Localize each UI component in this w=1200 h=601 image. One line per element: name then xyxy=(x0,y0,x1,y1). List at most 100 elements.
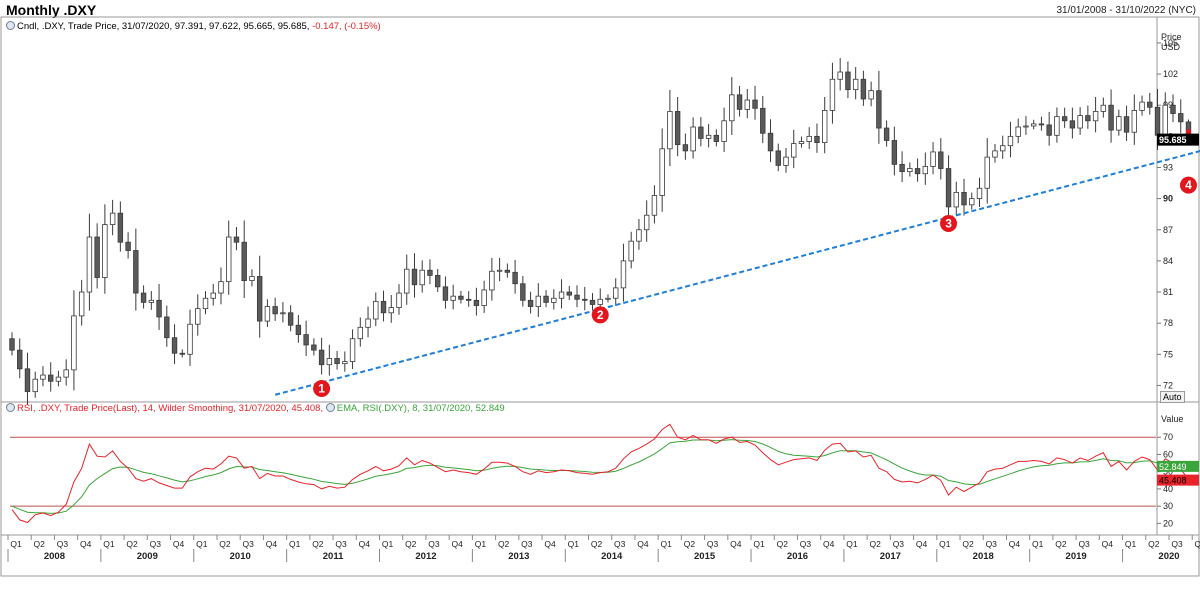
candle-down xyxy=(140,292,147,303)
candle-up xyxy=(597,298,603,305)
quarter-label: Q1 xyxy=(289,539,301,549)
quarter-label: Q3 xyxy=(521,539,533,549)
candle-up xyxy=(357,326,363,340)
candle-up xyxy=(202,297,209,310)
quarter-label: Q3 xyxy=(707,539,719,549)
rsi-last-value: 45.408 xyxy=(1159,476,1187,486)
candle-up xyxy=(791,143,797,158)
quarter-label: Q1 xyxy=(939,539,951,549)
candle-down xyxy=(241,241,247,282)
year-label: 2008 xyxy=(44,551,65,562)
candle-down xyxy=(117,212,124,243)
candle-down xyxy=(318,349,325,366)
candle-down xyxy=(938,151,944,169)
candle-up xyxy=(109,212,116,225)
candle-up xyxy=(450,295,456,301)
candle-down xyxy=(171,337,178,354)
candle-up xyxy=(419,269,425,286)
candle-up xyxy=(969,198,975,206)
price-tick-label: 102 xyxy=(1163,69,1178,79)
candle-down xyxy=(94,236,100,278)
candle-down xyxy=(566,291,572,296)
candle-down xyxy=(1046,124,1052,136)
quarter-label: Q2 xyxy=(591,539,603,549)
price-tick-label: 75 xyxy=(1163,349,1173,359)
quarter-label: Q4 xyxy=(730,539,742,549)
quarter-label: Q1 xyxy=(846,539,858,549)
quarter-label: Q4 xyxy=(266,539,278,549)
rsi-tick-label: 60 xyxy=(1163,449,1173,459)
candle-down xyxy=(1069,120,1076,129)
quarter-label: Q2 xyxy=(1148,539,1160,549)
quarter-label: Q1 xyxy=(1125,539,1137,549)
candle-up xyxy=(218,281,224,294)
year-label: 2017 xyxy=(880,551,901,562)
price-auto-scale-button[interactable]: Auto xyxy=(1160,391,1185,403)
quarter-label: Q2 xyxy=(126,539,138,549)
candle-up xyxy=(922,166,929,175)
candle-up xyxy=(930,151,936,167)
quarter-label: Q2 xyxy=(962,539,974,549)
candle-up xyxy=(535,295,542,307)
candle-down xyxy=(713,134,720,142)
candle-up xyxy=(195,308,201,325)
candle-up xyxy=(1162,104,1168,136)
candle-up xyxy=(388,307,394,314)
price-tick-label: 72 xyxy=(1163,380,1173,390)
candle-down xyxy=(1154,106,1161,136)
candle-up xyxy=(489,270,495,291)
candle-down xyxy=(698,126,704,139)
price-chart-svg: PriceUSD72757881848790939699102105123495… xyxy=(0,16,1200,577)
ema-legend-text: EMA, RSI(.DXY), 8, 31/07/2020, 52.849 xyxy=(336,403,505,414)
price-legend-change: -0.147, (-0.15%) xyxy=(312,21,381,32)
candle-up xyxy=(1054,116,1060,136)
ema-last-value: 52.849 xyxy=(1159,462,1187,472)
candle-up xyxy=(829,78,836,111)
rsi-settings-icon[interactable] xyxy=(6,403,15,412)
marker-label: 1 xyxy=(318,382,325,396)
ema-settings-icon[interactable] xyxy=(325,403,335,412)
quarter-label: Q4 xyxy=(823,539,835,549)
candle-down xyxy=(164,316,170,339)
candle-down xyxy=(582,298,588,301)
candle-up xyxy=(102,224,108,278)
candle-up xyxy=(1023,125,1029,128)
candle-up xyxy=(496,269,503,272)
candle-down xyxy=(876,90,882,129)
candle-down xyxy=(256,276,263,322)
candle-down xyxy=(272,306,278,315)
candle-down xyxy=(767,132,774,152)
rsi-legend: RSI, .DXY, Trade Price(Last), 14, Wilder… xyxy=(6,403,505,414)
price-tick-label: 81 xyxy=(1163,287,1173,297)
candle-down xyxy=(411,268,418,286)
candle-up xyxy=(1139,101,1145,111)
candle-up xyxy=(667,111,673,150)
candle-down xyxy=(311,344,317,351)
candle-up xyxy=(837,71,843,80)
candle-up xyxy=(1015,126,1021,137)
candle-down xyxy=(458,295,464,300)
candle-down xyxy=(434,275,441,288)
rsi-tick-label: 70 xyxy=(1163,432,1173,442)
candle-up xyxy=(783,156,789,166)
quarter-label: Q3 xyxy=(150,539,162,549)
candle-up xyxy=(643,214,650,231)
year-label: 2020 xyxy=(1158,551,1179,562)
price-legend: Cndl, .DXY, Trade Price, 31/07/2020, 97.… xyxy=(6,21,381,32)
rsi-tick-label: 30 xyxy=(1163,501,1173,511)
candle-down xyxy=(512,271,518,285)
candle-down xyxy=(9,338,15,351)
candle-up xyxy=(976,187,983,200)
quarter-label: Q2 xyxy=(684,539,696,549)
legend-settings-icon[interactable] xyxy=(6,21,15,30)
quarter-label: Q4 xyxy=(544,539,556,549)
candle-down xyxy=(427,269,433,276)
year-label: 2011 xyxy=(323,551,344,562)
rsi-tick-label: 20 xyxy=(1163,518,1173,528)
candle-down xyxy=(961,191,967,206)
candle-up xyxy=(984,156,990,189)
quarter-label: Q1 xyxy=(382,539,394,549)
candle-down xyxy=(883,127,890,141)
year-label: 2009 xyxy=(137,551,158,562)
candle-up xyxy=(558,291,565,299)
